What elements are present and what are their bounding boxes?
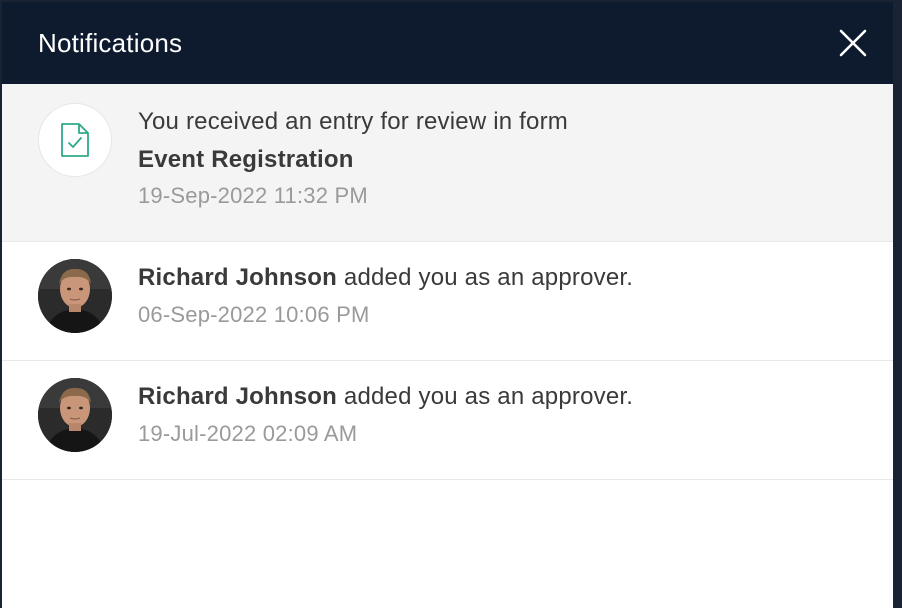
user-photo-icon	[38, 378, 112, 452]
message-text: added you as an approver.	[337, 264, 634, 291]
notifications-panel: Notifications You received an entry for …	[2, 2, 893, 608]
close-button[interactable]	[835, 25, 871, 61]
notification-list: You received an entry for review in form…	[2, 84, 893, 480]
notification-item[interactable]: Richard Johnson added you as an approver…	[2, 361, 893, 480]
user-photo-icon	[38, 259, 112, 333]
notification-item[interactable]: Richard Johnson added you as an approver…	[2, 242, 893, 361]
actor-name[interactable]: Richard Johnson	[138, 264, 337, 291]
actor-name[interactable]: Richard Johnson	[138, 383, 337, 410]
notification-message: Richard Johnson added you as an approver…	[138, 259, 633, 297]
panel-title: Notifications	[38, 27, 183, 58]
close-icon	[839, 29, 867, 57]
avatar	[38, 259, 112, 333]
notification-message: You received an entry for review in form	[138, 108, 568, 135]
panel-header: Notifications	[2, 2, 893, 84]
notification-item[interactable]: You received an entry for review in form…	[2, 84, 893, 242]
notification-timestamp: 19-Jul-2022 02:09 AM	[138, 421, 358, 446]
form-check-icon	[61, 123, 89, 157]
notification-content: Richard Johnson added you as an approver…	[138, 259, 633, 328]
message-text: added you as an approver.	[337, 383, 634, 410]
form-name-link[interactable]: Event Registration	[138, 141, 568, 179]
notification-message: Richard Johnson added you as an approver…	[138, 378, 633, 416]
avatar	[38, 378, 112, 452]
notification-content: Richard Johnson added you as an approver…	[138, 378, 633, 447]
notification-timestamp: 06-Sep-2022 10:06 PM	[138, 302, 370, 327]
notification-content: You received an entry for review in form…	[138, 103, 568, 209]
form-icon-badge	[38, 103, 112, 177]
notification-timestamp: 19-Sep-2022 11:32 PM	[138, 183, 368, 208]
